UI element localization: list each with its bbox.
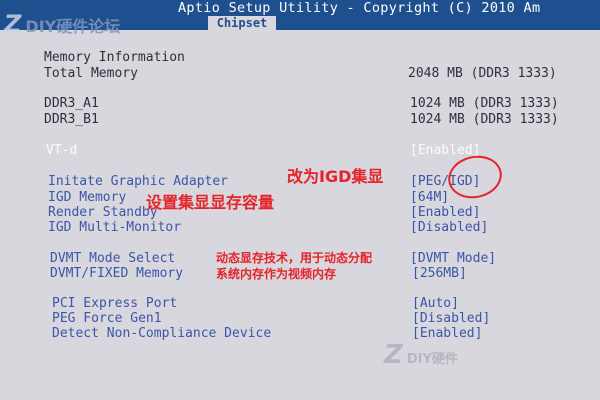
setting-row-igd-memory[interactable]: IGD Memory [64M] bbox=[0, 190, 600, 205]
igd-memory-label: IGD Memory bbox=[48, 190, 127, 205]
annotation-igd: 改为IGD集显 bbox=[287, 167, 384, 186]
detect-non-compliance-device-value[interactable]: [Enabled] bbox=[412, 326, 482, 341]
igd-memory-value[interactable]: [64M] bbox=[410, 190, 449, 205]
initate-graphic-adapter-label: Initate Graphic Adapter bbox=[48, 174, 229, 189]
pci-express-port-value[interactable]: [Auto] bbox=[412, 296, 459, 311]
setting-row-detect-non-compliance-device[interactable]: Detect Non-Compliance Device [Enabled] bbox=[0, 326, 600, 341]
ddr3-b1-row: DDR3_B1 1024 MB (DDR3 1333) bbox=[0, 112, 600, 127]
pci-express-port-label: PCI Express Port bbox=[52, 296, 178, 311]
total-memory-label: Total Memory bbox=[44, 66, 138, 81]
memory-heading-row: Memory Information bbox=[0, 50, 600, 65]
watermark-logo: Z DIY硬件论坛 bbox=[4, 10, 120, 38]
dvmt-mode-select-label: DVMT Mode Select bbox=[50, 251, 176, 266]
render-standby-label: Render Standby bbox=[48, 205, 158, 220]
tab-chipset[interactable]: Chipset bbox=[208, 16, 276, 30]
annotation-memory-size: 设置集显显存容量 bbox=[146, 193, 275, 212]
total-memory-value: 2048 MB (DDR3 1333) bbox=[408, 66, 557, 81]
watermark-text: DIY硬件论坛 bbox=[25, 17, 121, 36]
igd-multi-monitor-value[interactable]: [Disabled] bbox=[410, 220, 488, 235]
setting-row-igd-multi-monitor[interactable]: IGD Multi-Monitor [Disabled] bbox=[0, 220, 600, 235]
detect-non-compliance-device-label: Detect Non-Compliance Device bbox=[52, 326, 272, 341]
setting-row-vt-d[interactable]: VT-d [Enabled] bbox=[0, 143, 600, 158]
dvmt-fixed-memory-label: DVMT/FIXED Memory bbox=[50, 266, 184, 281]
setting-row-render-standby[interactable]: Render Standby [Enabled] bbox=[0, 205, 600, 220]
ddr3-a1-row: DDR3_A1 1024 MB (DDR3 1333) bbox=[0, 96, 600, 111]
watermark-logo-bottom: Z DIY硬件 bbox=[384, 340, 458, 370]
annotation-dvmt-line2: 系统内存作为视频内存 bbox=[216, 267, 337, 281]
annotation-dvmt-line1: 动态显存技术，用于动态分配 bbox=[216, 251, 373, 265]
watermark-z-icon: Z bbox=[4, 10, 22, 38]
app-title: Aptio Setup Utility - Copyright (C) 2010… bbox=[178, 0, 541, 16]
watermark-bottom-z-icon: Z bbox=[384, 340, 403, 370]
setting-row-pci-express-port[interactable]: PCI Express Port [Auto] bbox=[0, 296, 600, 311]
ddr3-a1-label: DDR3_A1 bbox=[44, 96, 99, 111]
ddr3-b1-value: 1024 MB (DDR3 1333) bbox=[410, 112, 559, 127]
peg-force-gen1-value[interactable]: [Disabled] bbox=[412, 311, 490, 326]
memory-heading: Memory Information bbox=[44, 50, 185, 65]
setting-row-peg-force-gen1[interactable]: PEG Force Gen1 [Disabled] bbox=[0, 311, 600, 326]
ddr3-a1-value: 1024 MB (DDR3 1333) bbox=[410, 96, 559, 111]
dvmt-fixed-memory-value[interactable]: [256MB] bbox=[412, 266, 467, 281]
watermark-bottom-text: DIY硬件 bbox=[406, 352, 458, 367]
vt-d-label: VT-d bbox=[46, 143, 78, 158]
igd-multi-monitor-label: IGD Multi-Monitor bbox=[48, 220, 182, 235]
dvmt-mode-select-value[interactable]: [DVMT Mode] bbox=[410, 251, 496, 266]
peg-force-gen1-label: PEG Force Gen1 bbox=[52, 311, 162, 326]
total-memory-row: Total Memory 2048 MB (DDR3 1333) bbox=[0, 66, 600, 81]
ddr3-b1-label: DDR3_B1 bbox=[44, 112, 99, 127]
render-standby-value[interactable]: [Enabled] bbox=[410, 205, 480, 220]
